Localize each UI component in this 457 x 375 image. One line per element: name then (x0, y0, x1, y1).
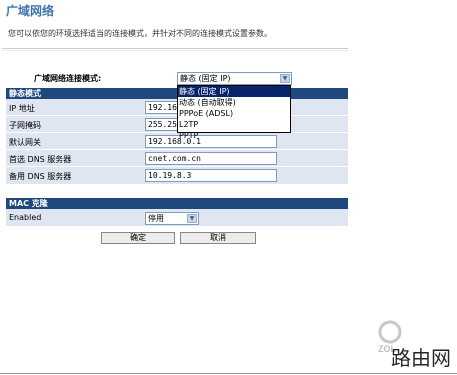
gateway-label: 默认网关 (9, 138, 41, 147)
mac-clone-row: Enabled 停用 ▼ (6, 209, 348, 227)
primary-dns-row: 首选 DNS 服务器 cnet.com.cn (6, 150, 348, 167)
chevron-down-icon[interactable]: ▼ (187, 214, 197, 223)
ip-address-label: IP 地址 (9, 104, 35, 113)
wan-mode-label: 广域网络连接模式: (34, 74, 102, 83)
divider-shadow (2, 50, 348, 51)
wan-mode-option[interactable]: 静态 (固定 IP) (178, 86, 290, 97)
mac-section-header: MAC 克隆 (6, 198, 348, 209)
wan-mode-option[interactable]: 动态 (自动取得) (178, 97, 290, 108)
bottom-border (0, 373, 457, 374)
watermark-text: 路由网 (391, 346, 451, 370)
wan-mode-selected: 静态 (固定 IP) (180, 74, 231, 83)
page-title: 广域网络 (6, 4, 55, 18)
ok-button[interactable]: 确定 (101, 232, 175, 244)
chevron-down-icon[interactable]: ▼ (280, 74, 290, 83)
wan-mode-option[interactable]: L2TP (178, 119, 290, 130)
wan-mode-select[interactable]: 静态 (固定 IP) ▼ (177, 72, 292, 85)
mac-clone-selected: 停用 (148, 214, 164, 223)
secondary-dns-label: 备用 DNS 服务器 (9, 172, 72, 181)
wan-mode-option[interactable]: PPTP (178, 130, 290, 141)
mac-clone-label: Enabled (9, 213, 42, 222)
primary-dns-input[interactable]: cnet.com.cn (145, 152, 277, 165)
secondary-dns-input[interactable]: 10.19.8.3 (145, 169, 277, 182)
gateway-row: 默认网关 192.168.0.1 (6, 133, 348, 150)
page-description: 您可以依您的环境选择适当的连接模式，并针对不同的连接模式设置参数。 (8, 29, 272, 38)
primary-dns-label: 首选 DNS 服务器 (9, 155, 72, 164)
subnet-mask-label: 子网掩码 (9, 121, 41, 130)
cancel-button[interactable]: 取消 (180, 232, 256, 244)
mac-clone-select[interactable]: 停用 ▼ (145, 212, 199, 225)
wan-mode-option[interactable]: PPPoE (ADSL) (178, 108, 290, 119)
divider (2, 48, 348, 49)
wan-mode-dropdown: 静态 (固定 IP) 动态 (自动取得) PPPoE (ADSL) L2TP P… (177, 85, 291, 140)
secondary-dns-row: 备用 DNS 服务器 10.19.8.3 (6, 167, 348, 185)
